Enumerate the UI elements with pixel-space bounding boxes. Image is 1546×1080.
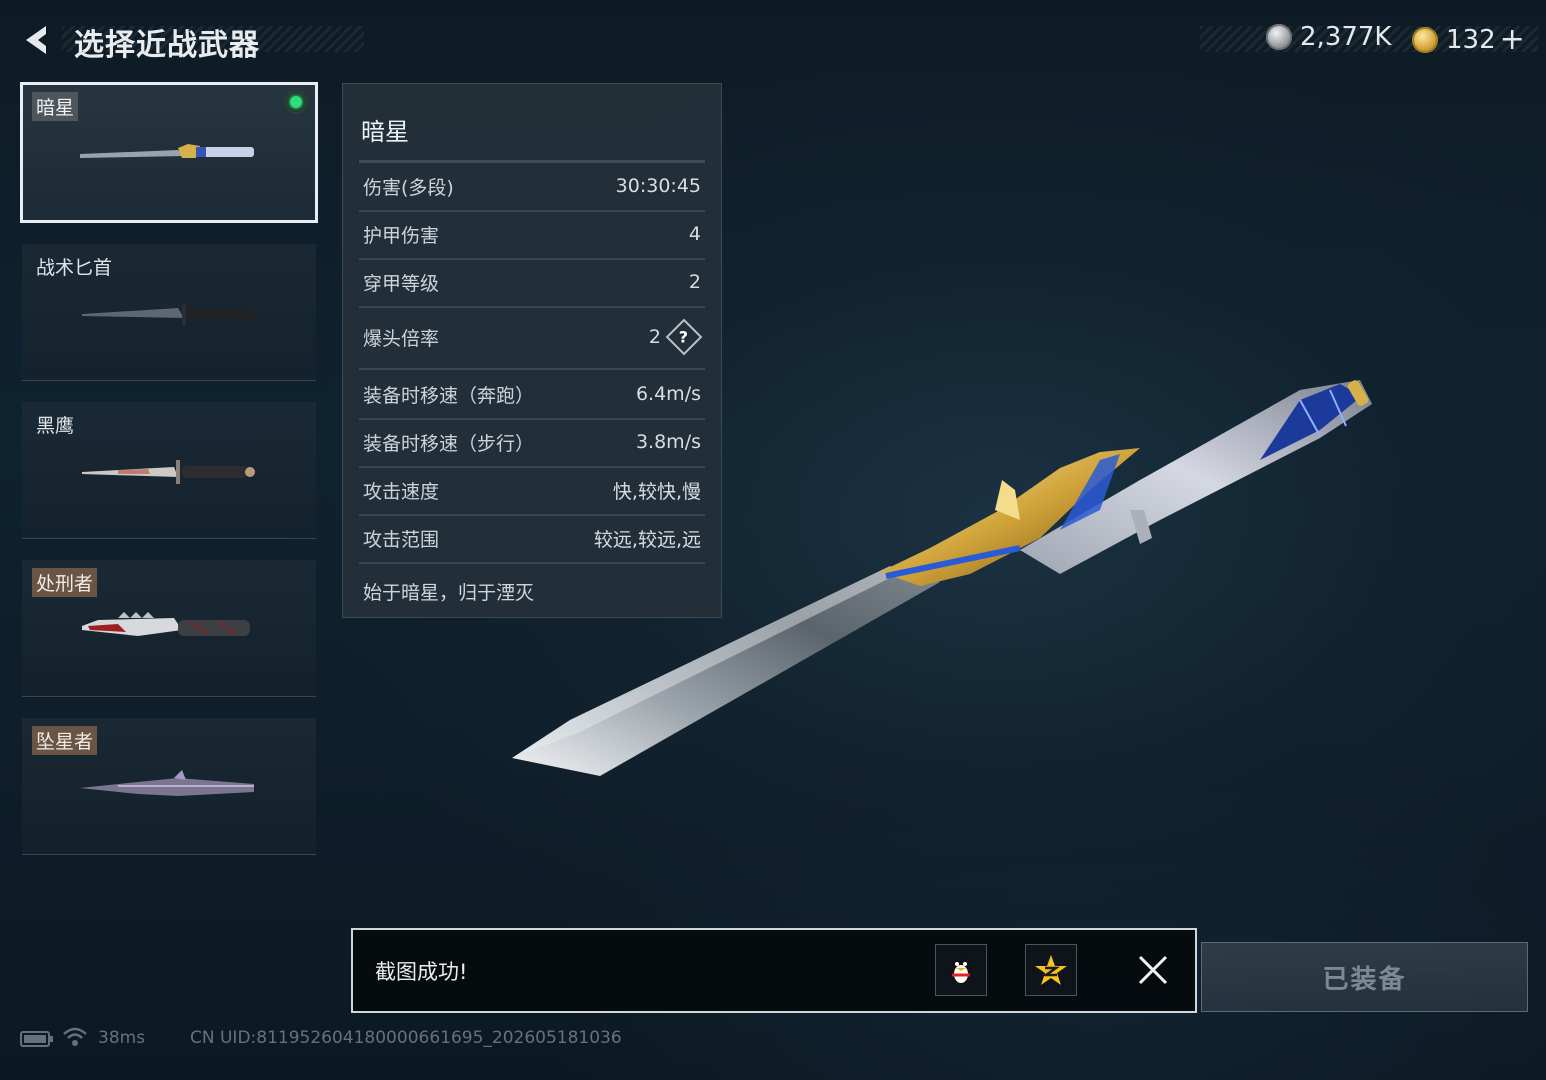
knife-thumbnail: [80, 144, 254, 158]
stat-value: 4: [689, 223, 705, 245]
gold-coin-icon: [1412, 26, 1438, 53]
gold-amount: 132: [1446, 24, 1496, 55]
weapon-card-tactical-dagger[interactable]: 战术匕首: [22, 244, 316, 381]
back-button[interactable]: [16, 22, 56, 58]
stat-label: 爆头倍率: [363, 327, 440, 350]
weapon-card-star-faller[interactable]: 坠星者: [22, 718, 316, 855]
equipped-button[interactable]: 已装备: [1201, 942, 1528, 1012]
stat-row-penetration: 穿甲等级 2: [359, 258, 705, 308]
stat-label: 护甲伤害: [363, 224, 440, 247]
stat-value-text: 4: [688, 223, 701, 245]
weapon-card-anxing[interactable]: 暗星: [20, 82, 318, 223]
star-icon: [1035, 955, 1067, 985]
equipped-indicator: [286, 92, 306, 112]
weapon-name: 黑鹰: [36, 415, 75, 437]
stat-label: 伤害(多段): [363, 176, 454, 199]
knife-thumbnail: [82, 304, 254, 326]
silver-currency: 2,377K: [1266, 22, 1391, 52]
ping-text: 38ms: [98, 1028, 146, 1048]
stat-value: 2 ?: [648, 318, 705, 356]
stat-value: 30:30:45: [616, 175, 705, 197]
help-icon[interactable]: ?: [665, 318, 703, 356]
help-symbol: ?: [679, 327, 689, 347]
stat-value: 2: [689, 271, 705, 293]
stats-title: 暗星: [361, 118, 409, 146]
stat-row-damage: 伤害(多段) 30:30:45: [359, 162, 705, 212]
stat-value-text: 2: [648, 326, 661, 348]
battery-icon: [20, 1031, 53, 1047]
stat-label: 穿甲等级: [363, 272, 440, 295]
toast-message: 截图成功!: [375, 960, 468, 984]
screenshot-toast: 截图成功!: [351, 928, 1197, 1013]
silver-coin-icon: [1266, 24, 1292, 50]
stat-label: 攻击速度: [363, 480, 440, 503]
stat-label: 攻击范围: [363, 528, 440, 551]
penguin-icon: [951, 958, 971, 984]
silver-amount: 2,377K: [1300, 22, 1392, 52]
weapon-name: 坠星者: [32, 726, 98, 755]
weapon-name: 暗星: [32, 92, 79, 121]
knife-thumbnail: [82, 460, 255, 484]
uid-text: CN UID:811952604180000661695_20260518103…: [190, 1028, 622, 1048]
knife-thumbnail: [80, 770, 254, 796]
weapon-name: 处刑者: [32, 568, 98, 597]
share-qzone-button[interactable]: [1025, 944, 1077, 996]
add-currency-button[interactable]: +: [1500, 22, 1525, 57]
chevron-left-icon: [26, 26, 46, 54]
close-toast-button[interactable]: [1135, 952, 1171, 988]
page-title: 选择近战武器: [74, 28, 260, 63]
weapon-card-executioner[interactable]: 处刑者: [22, 560, 316, 697]
stat-value-text: 2: [688, 271, 701, 293]
share-qq-button[interactable]: [935, 944, 987, 996]
wifi-icon: [63, 1027, 87, 1046]
weapon-name: 战术匕首: [36, 257, 113, 279]
stat-row-armor-damage: 护甲伤害 4: [359, 210, 705, 260]
close-icon: [1138, 955, 1168, 985]
stat-value-text: 30:30:45: [615, 175, 701, 197]
gold-currency[interactable]: 132 +: [1412, 22, 1525, 57]
knife-preview-image[interactable]: [500, 360, 1380, 790]
weapon-card-black-hawk[interactable]: 黑鹰: [22, 402, 316, 539]
knife-thumbnail: [82, 612, 250, 636]
